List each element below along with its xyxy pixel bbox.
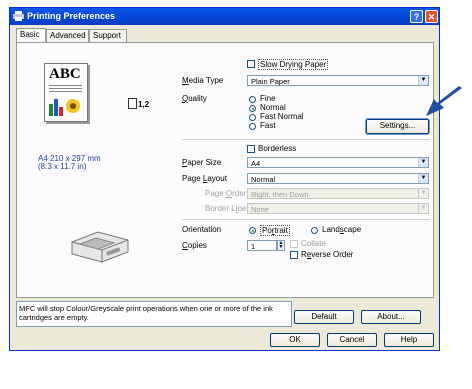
collate-label: Collate <box>301 239 326 248</box>
preview-chart-image-icon <box>49 99 80 116</box>
settings-button[interactable]: Settings... <box>365 118 430 135</box>
paper-dimensions-in: (8.3 x 11.7 in) <box>38 162 87 171</box>
orientation-landscape-label: Landscape <box>322 225 362 234</box>
orientation-landscape-radio[interactable] <box>311 227 318 234</box>
separator <box>182 219 430 220</box>
copies-input[interactable]: 1 <box>247 240 277 251</box>
page-layout-select[interactable]: Normal ▼ <box>247 173 429 184</box>
borderless-checkbox[interactable] <box>247 145 255 153</box>
printer-icon <box>13 11 24 21</box>
slow-drying-label: Slow Drying Paper <box>258 59 329 70</box>
help-button[interactable]: Help <box>384 333 434 347</box>
quality-fast-label: Fast <box>260 121 276 130</box>
border-line-select[interactable]: None ▼ <box>247 203 429 214</box>
orientation-label: Orientation <box>182 225 222 234</box>
title-help-button[interactable]: ? <box>410 10 423 23</box>
chevron-down-icon: ▼ <box>418 76 428 85</box>
collate-checkbox[interactable] <box>290 240 298 248</box>
reverse-order-checkbox[interactable] <box>290 251 298 259</box>
media-type-select[interactable]: Plain Paper ▼ <box>247 75 429 86</box>
reverse-order-label: Reverse Order <box>301 250 354 259</box>
border-line-value: None <box>251 205 269 214</box>
printer-illustration-icon <box>71 231 129 263</box>
quality-fine-label: Fine <box>260 94 276 103</box>
borderless-label: Borderless <box>258 144 297 153</box>
chevron-down-icon: ▼ <box>418 204 428 213</box>
page-layout-value: Normal <box>251 175 276 184</box>
separator <box>182 139 430 140</box>
border-line-label: Border Line <box>205 204 247 213</box>
quality-normal-radio[interactable] <box>249 105 256 112</box>
paper-size-label: Paper Size <box>182 158 222 167</box>
basic-tab-panel: ABC 1,2 A4 210 x 297 mm (8.3 x 11.7 in) <box>16 42 434 298</box>
copies-badge: 1,2 <box>138 100 150 109</box>
quality-label: Quality <box>182 94 207 103</box>
media-type-value: Plain Paper <box>251 77 290 86</box>
quality-fast-radio[interactable] <box>249 123 256 130</box>
ink-warning-message: MFC will stop Colour/Greyscale print ope… <box>16 301 292 327</box>
copies-spinner[interactable]: ▲ ▼ <box>277 240 285 251</box>
copies-value: 1 <box>251 242 256 251</box>
page-order-select[interactable]: Right, then Down ▼ <box>247 188 429 199</box>
window-title: Printing Preferences <box>27 11 116 21</box>
page-preview: ABC <box>44 63 88 122</box>
about-button[interactable]: About... <box>361 310 421 324</box>
pointer-arrow-icon <box>426 86 462 116</box>
tab-advanced[interactable]: Advanced <box>46 29 89 42</box>
copies-label: Copies <box>182 241 207 250</box>
title-bar: Printing Preferences ? ✕ <box>10 8 439 25</box>
preview-abc-text: ABC <box>49 66 81 82</box>
media-type-label: Media Type <box>182 76 224 85</box>
quality-fast-normal-radio[interactable] <box>249 114 256 121</box>
preview-text-line <box>49 85 82 86</box>
paper-size-value: A4 <box>251 159 261 168</box>
ok-button[interactable]: OK <box>270 333 320 347</box>
quality-normal-label: Normal <box>260 103 286 112</box>
copies-page-icon <box>128 98 137 109</box>
quality-fast-normal-label: Fast Normal <box>260 112 304 121</box>
page-layout-label: Page Layout <box>182 174 227 183</box>
chevron-down-icon: ▼ <box>418 174 428 183</box>
chevron-down-icon: ▼ <box>418 189 428 198</box>
orientation-portrait-label: Portrait <box>260 225 290 236</box>
tab-basic[interactable]: Basic <box>16 28 46 43</box>
default-button[interactable]: Default <box>294 310 354 324</box>
tab-support[interactable]: Support <box>89 29 127 42</box>
page-order-label: Page Order <box>205 189 247 198</box>
preview-text-line <box>49 88 82 89</box>
cancel-button[interactable]: Cancel <box>327 333 377 347</box>
page-order-value: Right, then Down <box>251 190 309 199</box>
slow-drying-checkbox[interactable] <box>247 60 255 68</box>
preview-text-line <box>49 91 82 92</box>
title-close-button[interactable]: ✕ <box>425 10 438 23</box>
orientation-portrait-radio[interactable] <box>249 227 256 234</box>
chevron-down-icon: ▼ <box>418 158 428 167</box>
quality-fine-radio[interactable] <box>249 96 256 103</box>
paper-size-select[interactable]: A4 ▼ <box>247 157 429 168</box>
printing-preferences-dialog: Printing Preferences ? ✕ Basic Advanced … <box>9 7 440 351</box>
